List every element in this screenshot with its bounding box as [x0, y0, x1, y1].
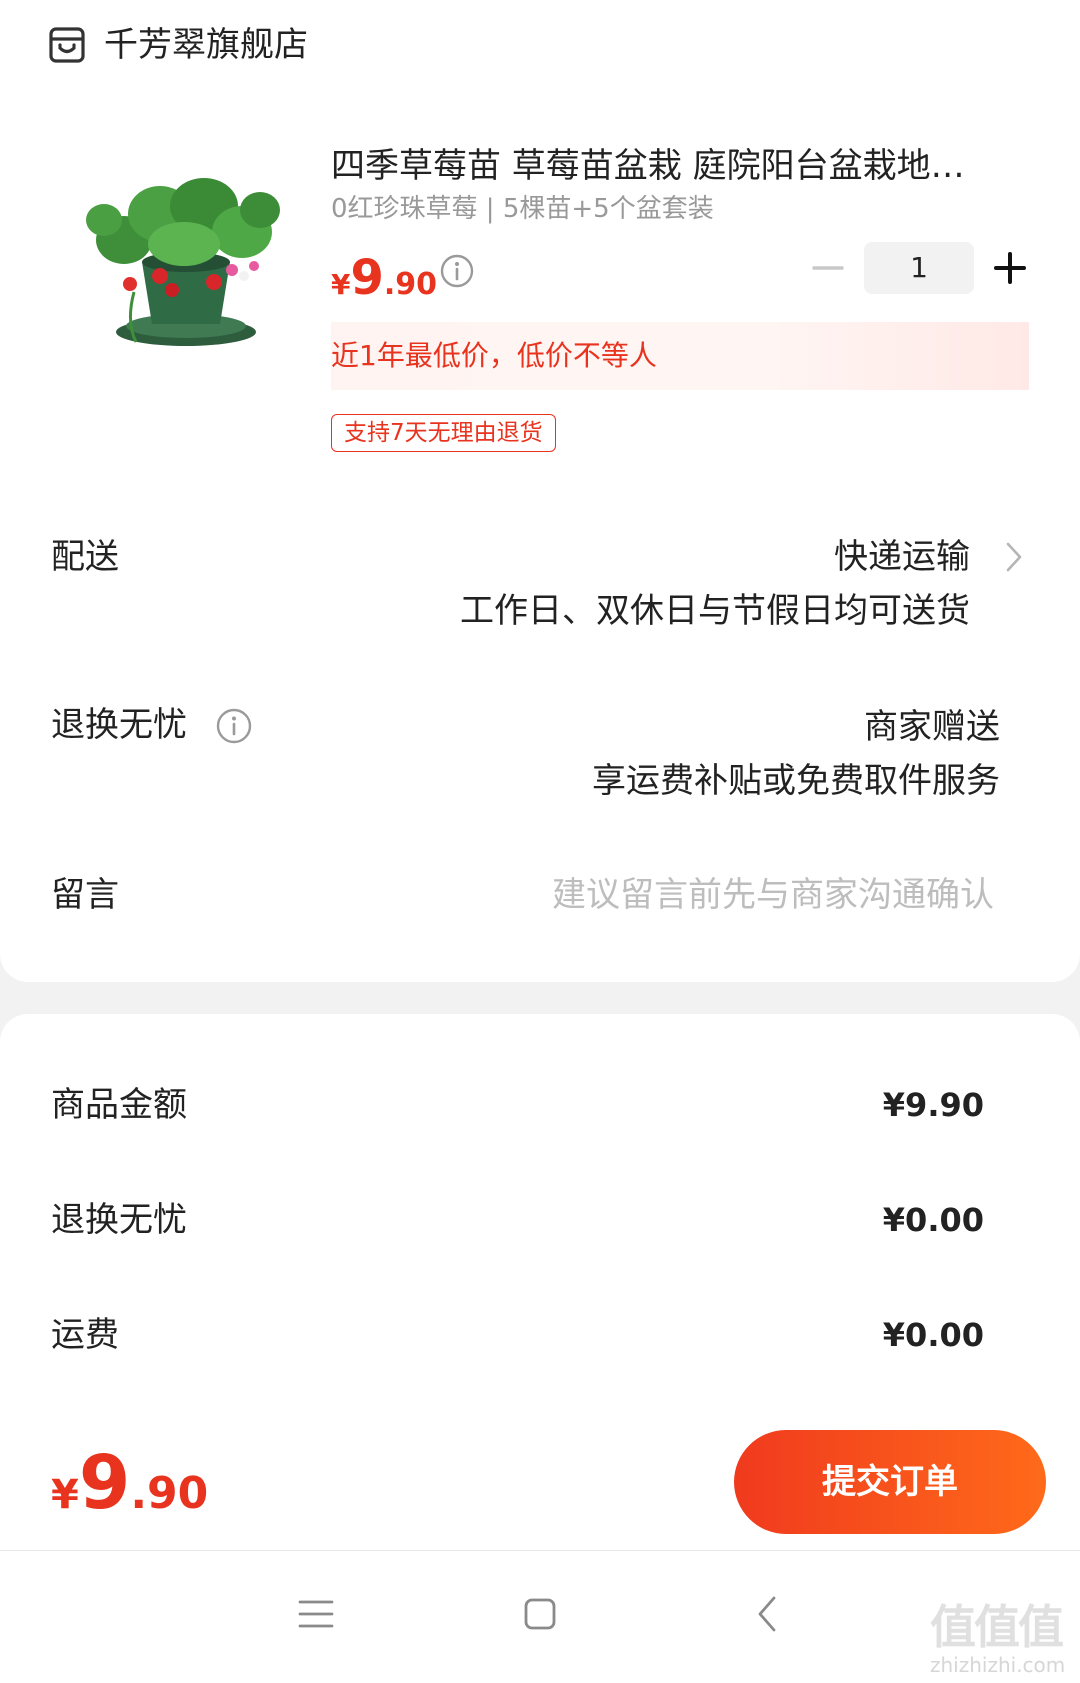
minus-icon[interactable]	[810, 250, 846, 286]
product-sku[interactable]: 0红珍珠草莓 | 5棵苗+5个盆套装	[331, 191, 714, 227]
plus-icon[interactable]	[992, 250, 1028, 286]
return-service-label: 退换无忧	[51, 705, 187, 745]
price-integer: 9	[350, 250, 384, 306]
return-service-description: 享运费补贴或免费取件服务	[592, 761, 1000, 801]
total-decimal: .90	[130, 1468, 209, 1519]
summary-label-return: 退换无忧	[51, 1200, 187, 1240]
store-name[interactable]: 千芳翠旗舰店	[104, 22, 308, 68]
total-price: ¥9.90	[51, 1438, 208, 1548]
summary-value-return: ¥0.00	[882, 1201, 984, 1239]
delivery-label: 配送	[51, 537, 119, 577]
price-currency: ¥	[331, 268, 351, 301]
price-decimal: .90	[383, 267, 438, 302]
total-currency: ¥	[51, 1472, 79, 1518]
return-service-value: 商家赠送	[864, 707, 1000, 747]
lowest-price-text: 近1年最低价，低价不等人	[331, 339, 657, 372]
return-policy-tag: 支持7天无理由退货	[331, 414, 556, 452]
message-label: 留言	[51, 875, 119, 915]
summary-label-shipping: 运费	[51, 1315, 119, 1355]
lowest-price-note: 近1年最低价，低价不等人	[331, 322, 1029, 390]
delivery-description: 工作日、双休日与节假日均可送货	[460, 591, 970, 631]
back-icon[interactable]	[754, 1594, 780, 1634]
product-title[interactable]: 四季草莓苗 草莓苗盆栽 庭院阳台盆栽地…	[331, 143, 1011, 189]
product-price: ¥9.90	[331, 248, 437, 319]
menu-icon[interactable]	[296, 1596, 336, 1632]
watermark-url: zhizhizhi.com	[930, 1653, 1066, 1677]
submit-order-button[interactable]: 提交订单	[734, 1430, 1046, 1534]
quantity-field[interactable]: 1	[864, 242, 974, 294]
summary-value-shipping: ¥0.00	[882, 1316, 984, 1354]
watermark-logo: 值值值	[930, 1600, 1064, 1654]
message-input[interactable]	[434, 872, 994, 918]
delivery-method[interactable]: 快递运输	[834, 534, 970, 580]
total-integer: 9	[78, 1440, 131, 1526]
info-icon[interactable]	[440, 254, 474, 288]
summary-label-goods: 商品金额	[51, 1085, 187, 1125]
store-icon	[49, 27, 85, 63]
product-image[interactable]	[64, 162, 302, 362]
chevron-right-icon[interactable]	[1004, 540, 1024, 574]
info-icon[interactable]	[216, 708, 252, 744]
home-icon[interactable]	[522, 1596, 558, 1632]
summary-value-goods: ¥9.90	[882, 1086, 984, 1124]
